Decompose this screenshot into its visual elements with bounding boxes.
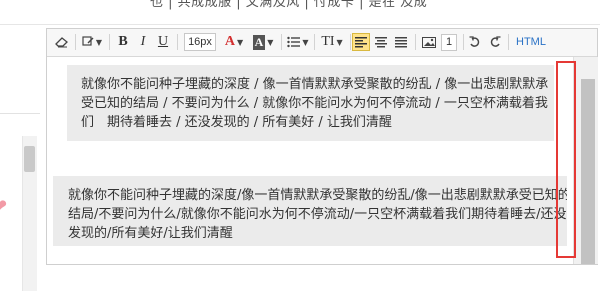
font-color-button[interactable]: A ▼: [221, 33, 247, 51]
italic-button[interactable]: I: [135, 33, 151, 51]
image-icon: [422, 36, 436, 48]
chevron-down-icon: ▼: [336, 37, 343, 47]
align-left-icon: [355, 36, 367, 47]
font-size-value: 16px: [184, 33, 216, 51]
align-justify-icon: [395, 36, 407, 47]
align-center-button[interactable]: [373, 33, 389, 51]
list-icon: [287, 36, 301, 48]
bg-color-label: A: [252, 34, 266, 50]
left-side-panel: ❤: [0, 28, 40, 291]
font-color-label: A: [224, 34, 235, 49]
eraser-icon[interactable]: [53, 33, 71, 51]
top-nav-fragment: 也 | 共成成服 | 文满及风 | 忖成卡 | 是在 及成: [150, 0, 428, 10]
bold-button[interactable]: B: [115, 33, 131, 51]
format-brush-icon[interactable]: ▼: [79, 33, 105, 51]
background-color-button[interactable]: A ▼: [249, 33, 277, 51]
align-left-button[interactable]: [352, 33, 370, 51]
image-button[interactable]: [421, 33, 437, 51]
editor-toolbar: ▼ B I U 16px A ▼ A ▼ ▼ TI ▼ 1 HTML: [47, 29, 597, 57]
redo-icon: [490, 36, 501, 47]
rich-text-editor: ▼ B I U 16px A ▼ A ▼ ▼ TI ▼ 1 HTML 就像你不能…: [46, 28, 598, 265]
list-button[interactable]: ▼: [285, 33, 311, 51]
underline-button[interactable]: U: [155, 33, 171, 51]
chevron-down-icon: ▼: [95, 37, 103, 47]
heading-label: TI: [321, 34, 335, 49]
editor-content-area[interactable]: 就像你不能问种子埋藏的深度 / 像一首情默默承受聚散的纷乱 / 像一出悲剧默默承…: [47, 57, 567, 264]
undo-button[interactable]: [467, 33, 483, 51]
editor-scrollbar-thumb[interactable]: [581, 79, 595, 264]
font-size-select[interactable]: 16px: [183, 33, 217, 51]
image-count-value: 1: [441, 33, 457, 51]
left-panel-divider: [0, 113, 40, 114]
align-justify-button[interactable]: [393, 33, 409, 51]
heading-button[interactable]: TI ▼: [318, 33, 346, 51]
left-scrollbar-thumb[interactable]: [24, 146, 35, 172]
chevron-down-icon: ▼: [302, 37, 309, 47]
text-paragraph[interactable]: 就像你不能问种子埋藏的深度/像一首情默默承受聚散的纷乱/像一出悲剧默默承受已知的…: [53, 176, 567, 246]
chevron-down-icon: ▼: [267, 37, 274, 47]
redo-button[interactable]: [487, 33, 503, 51]
top-navigation-strip: 也 | 共成成服 | 文满及风 | 忖成卡 | 是在 及成: [0, 0, 600, 25]
undo-icon: [469, 36, 480, 47]
image-count-field[interactable]: 1: [440, 33, 458, 51]
editor-scrollbar[interactable]: [573, 57, 598, 264]
align-center-icon: [375, 36, 387, 47]
html-source-button[interactable]: HTML: [514, 33, 548, 51]
text-paragraph[interactable]: 就像你不能问种子埋藏的深度 / 像一首情默默承受聚散的纷乱 / 像一出悲剧默默承…: [67, 65, 554, 141]
heart-icon: ❤: [0, 198, 10, 216]
left-scrollbar[interactable]: [22, 136, 37, 291]
chevron-down-icon: ▼: [236, 37, 244, 47]
